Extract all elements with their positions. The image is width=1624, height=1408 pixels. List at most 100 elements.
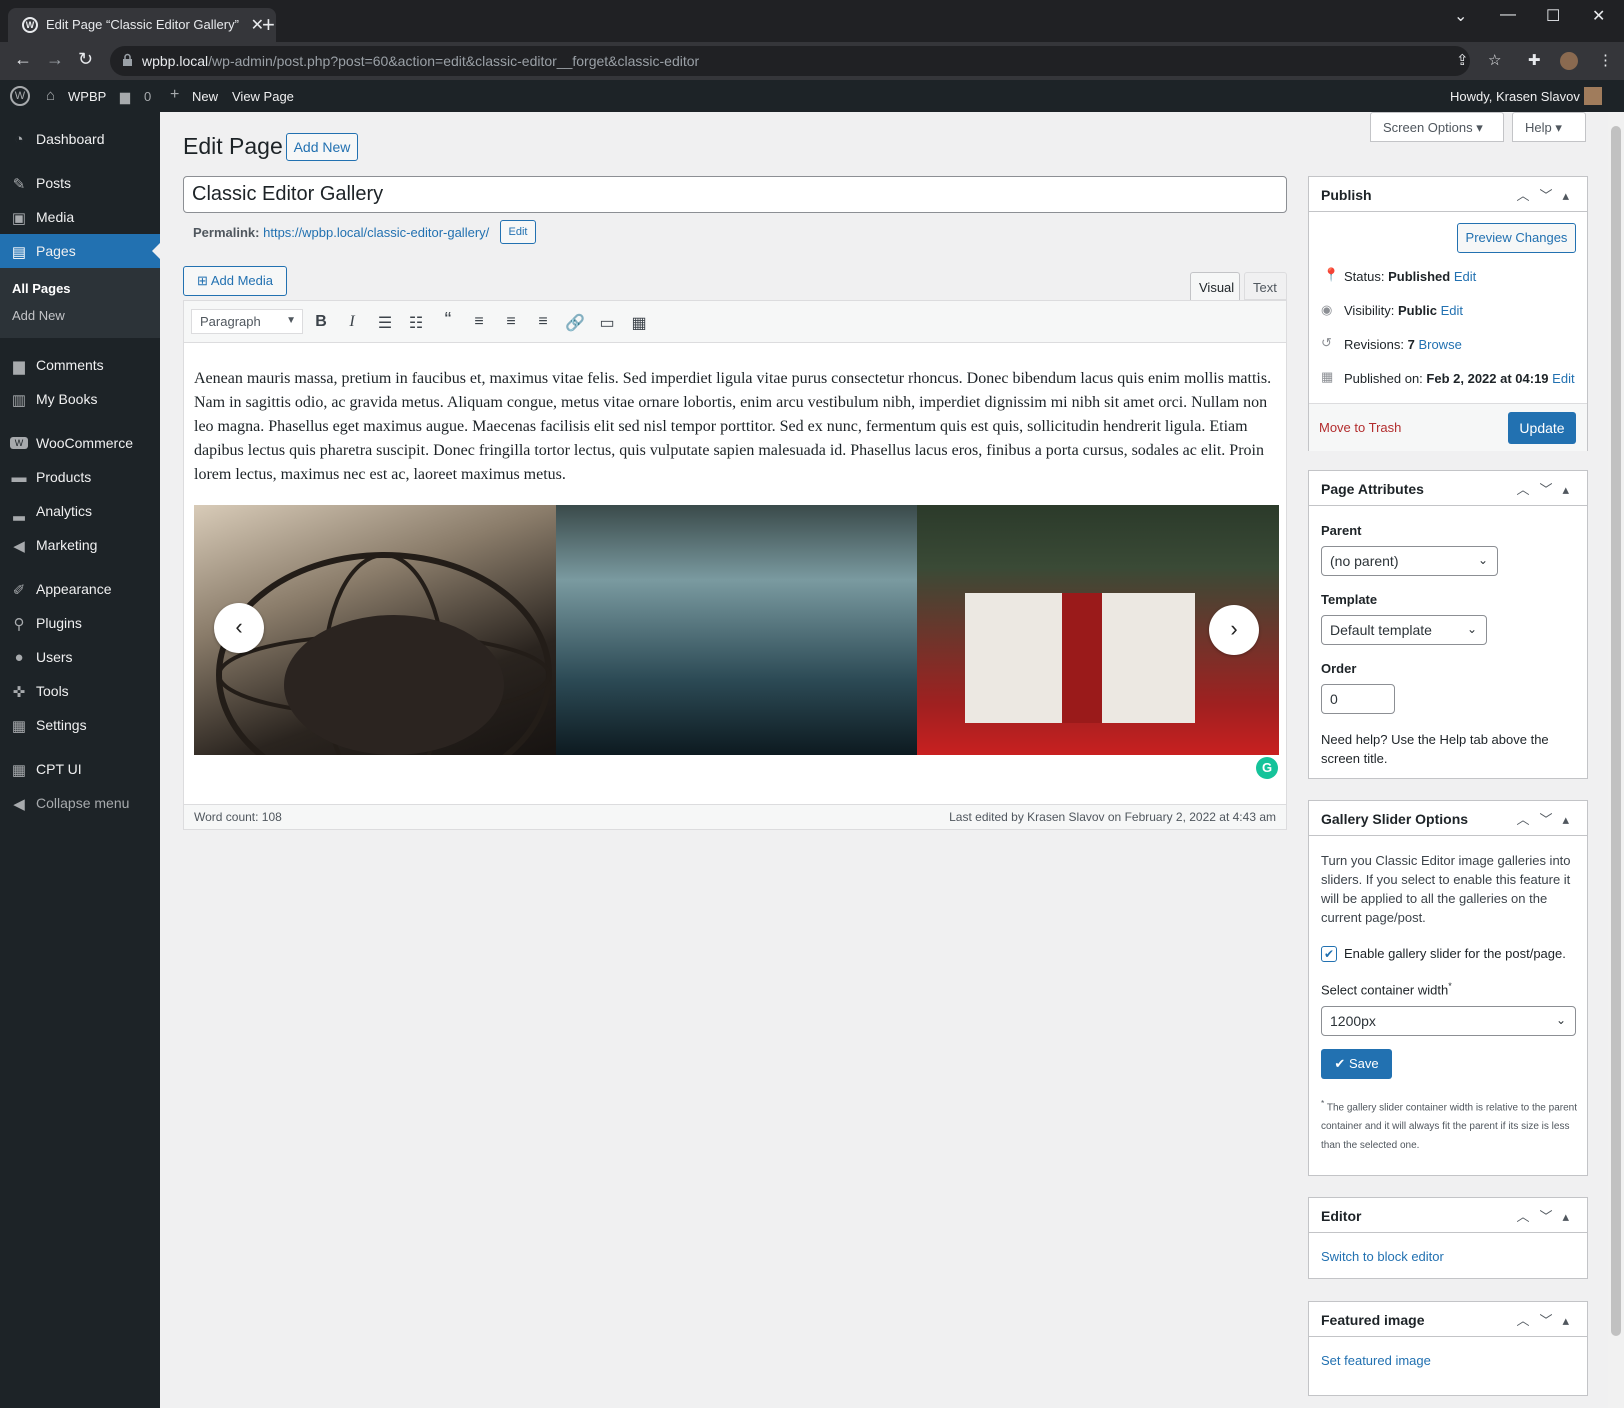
enable-slider-checkbox[interactable]: ✔ (1321, 946, 1337, 962)
add-media-button[interactable]: ⊞ Add Media (183, 266, 287, 296)
sidebar-item-comments[interactable]: ▆ Comments (0, 348, 160, 382)
close-window-icon[interactable]: ✕ (1592, 6, 1605, 26)
collapse-menu-button[interactable]: ◀ Collapse menu (0, 786, 160, 820)
toolbar-toggle-icon[interactable]: ▦ (629, 313, 649, 333)
menu-icon[interactable]: ⋮ (1598, 51, 1613, 69)
submenu-all-pages[interactable]: All Pages (12, 281, 71, 296)
post-title-input[interactable]: Classic Editor Gallery (183, 176, 1287, 213)
add-new-button[interactable]: Add New (286, 133, 358, 161)
slider-prev-button[interactable]: ‹ (214, 603, 264, 653)
wordpress-logo-icon[interactable]: W (10, 86, 30, 106)
view-page-link[interactable]: View Page (232, 89, 294, 104)
bullet-list-icon[interactable]: ☰ (375, 313, 395, 333)
browse-link[interactable]: Browse (1418, 337, 1461, 352)
publish-actions: Move to Trash Update (1309, 403, 1587, 451)
page-scrollbar[interactable] (1608, 112, 1624, 1408)
share-icon[interactable]: ⇪ (1456, 51, 1469, 69)
parent-select[interactable]: (no parent) ⌄ (1321, 546, 1498, 576)
media-icon: ▣ (11, 210, 27, 227)
collapse-icon: ◀ (13, 796, 25, 813)
dashboard-icon: ◔ (14, 131, 24, 148)
grammarly-icon[interactable]: G (1256, 757, 1278, 779)
scrollbar-thumb[interactable] (1611, 126, 1621, 1336)
template-select[interactable]: Default template ⌄ (1321, 615, 1487, 645)
preview-changes-button[interactable]: Preview Changes (1457, 223, 1576, 253)
tab-text[interactable]: Text (1244, 272, 1287, 300)
align-left-icon[interactable]: ≡ (469, 313, 489, 331)
status-edit-link[interactable]: Edit (1454, 269, 1476, 284)
set-featured-image-link[interactable]: Set featured image (1321, 1353, 1431, 1368)
sidebar-item-marketing[interactable]: ◀ Marketing (0, 528, 160, 562)
profile-avatar[interactable] (1560, 52, 1578, 70)
sidebar-item-my-books[interactable]: ▥ My Books (0, 382, 160, 416)
word-count: Word count: 108 (194, 810, 282, 824)
numbered-list-icon[interactable]: ☷ (406, 313, 426, 333)
sidebar-item-woocommerce[interactable]: W WooCommerce (0, 426, 160, 460)
format-select[interactable]: Paragraph ▼ (191, 309, 303, 334)
pin-icon: ✎ (12, 176, 26, 193)
screen-options-button[interactable]: Screen Options ▾ (1370, 112, 1504, 142)
blockquote-icon[interactable]: “ (438, 309, 458, 332)
star-icon[interactable]: ☆ (1488, 51, 1501, 69)
tab-search-icon[interactable]: ⌄ (1454, 6, 1467, 26)
italic-icon[interactable]: I (342, 313, 362, 331)
container-width-select[interactable]: 1200px ⌄ (1321, 1006, 1576, 1036)
sidebar-item-posts[interactable]: ✎ Posts (0, 166, 160, 200)
link-icon[interactable]: 🔗 (565, 313, 585, 333)
update-button[interactable]: Update (1508, 412, 1576, 444)
reload-icon[interactable]: ↻ (78, 49, 93, 70)
sidebar-item-plugins[interactable]: ⚲ Plugins (0, 606, 160, 640)
site-name-link[interactable]: WPBP (68, 89, 106, 104)
gift-ribbon-shape (1062, 593, 1102, 723)
forward-icon[interactable]: → (46, 49, 64, 70)
sidebar-item-cpt-ui[interactable]: ▦ CPT UI (0, 752, 160, 786)
permalink-edit-button[interactable]: Edit (500, 220, 536, 244)
maximize-icon[interactable]: ☐ (1546, 6, 1560, 26)
sidebar-item-dashboard[interactable]: ◔ Dashboard (0, 122, 160, 156)
align-right-icon[interactable]: ≡ (533, 313, 553, 331)
box-controls-icon[interactable]: ︿﹀▴ (1516, 479, 1579, 498)
sidebar-item-products[interactable]: ▬ Products (0, 460, 160, 494)
tab-visual[interactable]: Visual (1190, 272, 1240, 301)
address-bar[interactable]: wpbp.local/wp-admin/post.php?post=60&act… (110, 46, 1470, 76)
help-button[interactable]: Help ▾ (1512, 112, 1586, 142)
sidebar-item-media[interactable]: ▣ Media (0, 200, 160, 234)
sidebar-item-pages[interactable]: ▤ Pages (0, 234, 160, 268)
minimize-icon[interactable]: — (1500, 6, 1516, 24)
bold-icon[interactable]: B (311, 313, 331, 331)
switch-to-block-editor-link[interactable]: Switch to block editor (1321, 1249, 1444, 1264)
box-controls-icon[interactable]: ︿﹀▴ (1516, 185, 1579, 204)
comments-count[interactable]: 0 (144, 89, 151, 104)
visibility-edit-link[interactable]: Edit (1441, 303, 1463, 318)
browser-toolbar: ← → ↻ wpbp.local/wp-admin/post.php?post=… (0, 42, 1624, 80)
save-button[interactable]: ✔ Save (1321, 1049, 1392, 1079)
box-controls-icon[interactable]: ︿﹀▴ (1516, 809, 1579, 828)
slider-next-button[interactable]: › (1209, 605, 1259, 655)
new-tab-icon[interactable]: + (262, 12, 275, 38)
user-avatar[interactable] (1584, 87, 1602, 105)
back-icon[interactable]: ← (14, 49, 32, 70)
browser-chrome: W Edit Page “Classic Editor Gallery” ✕ +… (0, 0, 1624, 80)
sidebar-item-appearance[interactable]: ✐ Appearance (0, 572, 160, 606)
sidebar-item-tools[interactable]: ✜ Tools (0, 674, 160, 708)
order-input[interactable]: 0 (1321, 684, 1395, 714)
permalink-url[interactable]: https://wpbp.local/classic-editor-galler… (263, 225, 489, 240)
sidebar-item-users[interactable]: ● Users (0, 640, 160, 674)
read-more-icon[interactable]: ▭ (597, 313, 617, 333)
box-controls-icon[interactable]: ︿﹀▴ (1516, 1206, 1579, 1225)
published-edit-link[interactable]: Edit (1552, 371, 1574, 386)
submenu-add-new[interactable]: Add New (12, 308, 65, 323)
align-center-icon[interactable]: ≡ (501, 313, 521, 331)
move-to-trash-link[interactable]: Move to Trash (1319, 420, 1401, 435)
extensions-icon[interactable]: ✚ (1528, 51, 1541, 69)
howdy-user[interactable]: Howdy, Krasen Slavov (1450, 89, 1580, 104)
editor-content[interactable]: Aenean mauris massa, pretium in faucibus… (194, 367, 1274, 487)
permalink: Permalink: https://wpbp.local/classic-ed… (193, 225, 489, 240)
comments-icon[interactable]: ▆ (120, 89, 130, 105)
sidebar-item-settings[interactable]: ▦ Settings (0, 708, 160, 742)
sidebar-item-analytics[interactable]: ▂ Analytics (0, 494, 160, 528)
box-controls-icon[interactable]: ︿﹀▴ (1516, 1310, 1579, 1329)
new-link[interactable]: New (192, 89, 218, 104)
template-label: Template (1321, 592, 1378, 607)
browser-tab[interactable]: W Edit Page “Classic Editor Gallery” ✕ (8, 8, 276, 42)
